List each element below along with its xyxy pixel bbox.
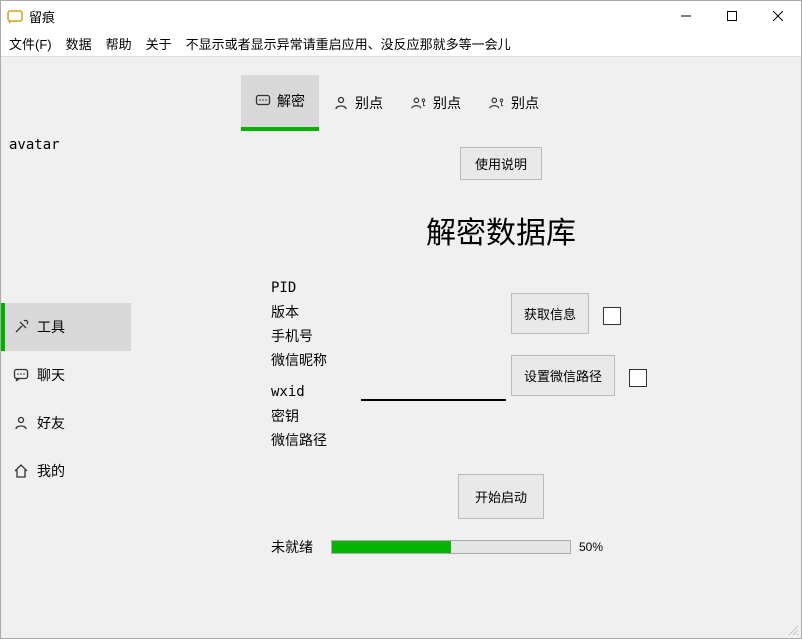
tools-icon [13, 319, 29, 335]
person-icon [13, 415, 29, 431]
tab-label: 解密 [277, 91, 305, 111]
tab-dont-2[interactable]: 别点 [397, 75, 475, 131]
key-person-icon [411, 95, 427, 111]
get-info-button[interactable]: 获取信息 [511, 293, 589, 334]
menu-help[interactable]: 帮助 [106, 34, 132, 53]
menu-file[interactable]: 文件(F) [9, 34, 52, 53]
wxid-input[interactable] [361, 383, 506, 401]
window-title: 留痕 [29, 7, 663, 26]
menu-data[interactable]: 数据 [66, 34, 92, 53]
progress-fill [332, 541, 451, 553]
sidebar-item-friends[interactable]: 好友 [1, 399, 131, 447]
get-info-checkbox[interactable] [603, 307, 621, 325]
tab-dont-1[interactable]: 别点 [319, 75, 397, 131]
menubar: 文件(F) 数据 帮助 关于 不显示或者显示异常请重启应用、没反应那就多等一会儿 [1, 31, 801, 57]
app-icon [7, 8, 23, 24]
avatar-label: avatar [1, 137, 131, 153]
minimize-button[interactable] [663, 1, 709, 31]
tab-label: 别点 [511, 93, 539, 113]
sidebar-item-label: 好友 [37, 413, 65, 433]
label-path: 微信路径 [271, 430, 361, 450]
menu-about[interactable]: 关于 [146, 34, 172, 53]
sidebar-item-mine[interactable]: 我的 [1, 447, 131, 495]
sidebar-item-label: 工具 [37, 317, 65, 337]
page-heading: 解密数据库 [201, 208, 801, 252]
menu-hint: 不显示或者显示异常请重启应用、没反应那就多等一会儿 [186, 34, 511, 53]
label-pid: PID [271, 280, 361, 296]
label-nickname: 微信昵称 [271, 350, 361, 370]
sidebar-item-label: 聊天 [37, 365, 65, 385]
label-wxid: wxid [271, 384, 361, 400]
chat-icon [255, 93, 271, 109]
tab-dont-3[interactable]: 别点 [475, 75, 553, 131]
sidebar-item-label: 我的 [37, 461, 65, 481]
sidebar: avatar 工具 聊天 好友 我的 [1, 57, 131, 638]
tab-label: 别点 [433, 93, 461, 113]
label-secret: 密钥 [271, 406, 361, 426]
progress-status: 未就绪 [271, 537, 331, 557]
titlebar: 留痕 [1, 1, 801, 31]
sidebar-item-tools[interactable]: 工具 [1, 303, 131, 351]
get-info-group: 获取信息 [511, 293, 621, 334]
usage-button[interactable]: 使用说明 [460, 147, 542, 180]
label-phone: 手机号 [271, 326, 361, 346]
set-path-group: 设置微信路径 [511, 355, 647, 396]
resize-grip[interactable] [787, 624, 799, 636]
tab-label: 别点 [355, 93, 383, 113]
content: avatar 工具 聊天 好友 我的 解密 别点 [1, 57, 801, 638]
person-icon [333, 95, 349, 111]
progress-row: 未就绪 50% [271, 537, 801, 557]
sidebar-item-chat[interactable]: 聊天 [1, 351, 131, 399]
maximize-button[interactable] [709, 1, 755, 31]
label-version: 版本 [271, 302, 361, 322]
set-path-button[interactable]: 设置微信路径 [511, 355, 615, 396]
key-person-icon [489, 95, 505, 111]
home-icon [13, 463, 29, 479]
tabs: 解密 别点 别点 别点 [241, 75, 801, 131]
progress-percent: 50% [579, 540, 603, 554]
set-path-checkbox[interactable] [629, 369, 647, 387]
chat-icon [13, 367, 29, 383]
close-button[interactable] [755, 1, 801, 31]
main-panel: 解密 别点 别点 别点 使用说明 解密数据库 PID 版本 手机号 微信昵称 [131, 57, 801, 638]
progress-bar [331, 540, 571, 554]
window-controls [663, 1, 801, 31]
tab-decrypt[interactable]: 解密 [241, 75, 319, 131]
start-button[interactable]: 开始启动 [458, 474, 544, 519]
